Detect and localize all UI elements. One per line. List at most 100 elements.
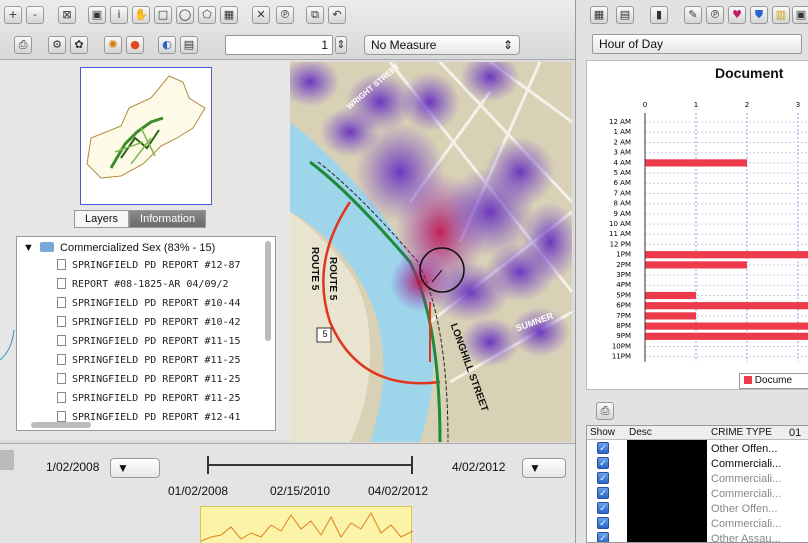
- tree-hscrollbar[interactable]: [31, 422, 91, 428]
- rectangle-select-icon[interactable]: □: [154, 6, 172, 24]
- col-date[interactable]: 01: [789, 426, 801, 440]
- dropdown-arrow-icon: ▼: [117, 461, 129, 475]
- bar[interactable]: [645, 322, 808, 330]
- bar[interactable]: [645, 251, 808, 259]
- report-item[interactable]: REPORT #08-1825-AR 04/09/2: [57, 276, 229, 294]
- crime-type-cell: Commerciali...: [711, 488, 782, 500]
- table-row[interactable]: ✓ Commerciali...: [587, 517, 808, 531]
- measure-select[interactable]: No Measure ⇕: [364, 35, 520, 55]
- slider-start-handle[interactable]: [207, 456, 209, 474]
- show-checkbox[interactable]: ✓: [597, 472, 609, 484]
- show-checkbox[interactable]: ✓: [597, 487, 609, 499]
- report-label: SPRINGFIELD PD REPORT #11-15: [72, 336, 241, 347]
- report-item[interactable]: SPRINGFIELD PD REPORT #11-15: [57, 333, 241, 351]
- page-icon[interactable]: ▤: [180, 36, 198, 54]
- bar[interactable]: [645, 291, 696, 300]
- table-row[interactable]: ✓ Commerciali...: [587, 457, 808, 471]
- col-desc[interactable]: Desc: [629, 426, 652, 440]
- lasso-icon[interactable]: ℗: [276, 6, 294, 24]
- globe-icon[interactable]: ◐: [158, 36, 176, 54]
- undo-icon[interactable]: ↶: [328, 6, 346, 24]
- main-map[interactable]: ROUTE 5 ROUTE 5 LONGHILL STREET WRIGHT S…: [290, 62, 572, 442]
- document-icon[interactable]: ▮: [650, 6, 668, 24]
- end-date-dropdown[interactable]: ▼: [522, 458, 566, 478]
- export-icon[interactable]: ⧉: [306, 6, 324, 24]
- start-date-dropdown[interactable]: ▼: [110, 458, 160, 478]
- palette-icon[interactable]: ✿: [70, 36, 88, 54]
- crime-type-cell: Other Offen...: [711, 443, 778, 455]
- table-row[interactable]: ✓ Other Offen...: [587, 442, 808, 456]
- zoom-extent-icon[interactable]: ⊠: [58, 6, 76, 24]
- grid-view-icon[interactable]: ▦: [590, 6, 608, 24]
- clear-selection-icon[interactable]: ✕: [252, 6, 270, 24]
- tab-information[interactable]: Information: [129, 210, 207, 228]
- bar[interactable]: [645, 261, 747, 269]
- report-item[interactable]: SPRINGFIELD PD REPORT #11-25: [57, 371, 241, 389]
- group-by-select[interactable]: Hour of Day: [592, 34, 802, 54]
- note-icon[interactable]: ✎: [684, 6, 702, 24]
- y-tick-label: 8 AM: [613, 200, 631, 208]
- report-label: SPRINGFIELD PD REPORT #10-42: [72, 317, 241, 328]
- table-row[interactable]: ✓ Other Assau...: [587, 532, 808, 542]
- zoom-in-icon[interactable]: +: [4, 6, 22, 24]
- table-row[interactable]: ✓ Other Offen...: [587, 502, 808, 516]
- shield-icon[interactable]: ⛊: [750, 6, 768, 24]
- table-row[interactable]: ✓ Commerciali...: [587, 472, 808, 486]
- zoom-out-icon[interactable]: -: [26, 6, 44, 24]
- print-icon[interactable]: ⎙: [596, 402, 614, 420]
- table-icon[interactable]: ▣: [792, 6, 808, 24]
- layer-icon[interactable]: ▣: [88, 6, 106, 24]
- pan-hand-icon[interactable]: ✋: [132, 6, 150, 24]
- time-slider[interactable]: [207, 456, 413, 474]
- table-row[interactable]: ✓ Commerciali...: [587, 487, 808, 501]
- share-icon[interactable]: ℗: [706, 6, 724, 24]
- heatmap-icon[interactable]: ✺: [104, 36, 122, 54]
- print-icon[interactable]: ⎙: [14, 36, 32, 54]
- circle-select-icon[interactable]: ◯: [176, 6, 194, 24]
- col-crime-type[interactable]: CRIME TYPE: [711, 426, 772, 440]
- heart-icon[interactable]: ♥: [728, 6, 746, 24]
- number-field[interactable]: 1: [225, 35, 333, 55]
- show-checkbox[interactable]: ✓: [597, 517, 609, 529]
- timeline-edge: [0, 450, 14, 470]
- slider-end-handle[interactable]: [411, 456, 413, 474]
- show-checkbox[interactable]: ✓: [597, 532, 609, 542]
- grid-select-icon[interactable]: ▦: [220, 6, 238, 24]
- y-tick-label: 2PM: [616, 261, 631, 269]
- disclosure-triangle-icon[interactable]: ▼: [23, 242, 34, 254]
- y-tick-label: 11 AM: [609, 230, 631, 238]
- report-item[interactable]: SPRINGFIELD PD REPORT #11-25: [57, 352, 241, 370]
- overview-map[interactable]: [80, 67, 212, 205]
- bar[interactable]: [645, 332, 808, 340]
- x-tick-label: 2: [745, 101, 749, 109]
- tree-root[interactable]: ▼ Commercialized Sex (83% - 15): [23, 240, 215, 256]
- report-item[interactable]: SPRINGFIELD PD REPORT #10-42: [57, 314, 241, 332]
- table-header: Show Desc CRIME TYPE 01: [587, 426, 808, 440]
- main-toolbar: + - ⊠ ▣ i ✋ □ ◯ ⬠ ▦ ✕ ℗ ⧉ ↶ ⎙ ⚙ ✿ ✺ ● ◐ …: [0, 0, 575, 60]
- network-icon[interactable]: ⚙: [48, 36, 66, 54]
- info-icon[interactable]: i: [110, 6, 128, 24]
- chart-icon[interactable]: ▥: [772, 6, 790, 24]
- list-view-icon[interactable]: ▤: [616, 6, 634, 24]
- y-tick-label: 1PM: [616, 251, 631, 259]
- chart-title: Document: [715, 65, 784, 81]
- end-date-field[interactable]: 4/02/2012: [448, 458, 518, 478]
- report-item[interactable]: SPRINGFIELD PD REPORT #12-87: [57, 257, 241, 275]
- tab-layers[interactable]: Layers: [74, 210, 130, 228]
- group-by-value: Hour of Day: [599, 37, 664, 51]
- polygon-select-icon[interactable]: ⬠: [198, 6, 216, 24]
- bar[interactable]: [645, 159, 747, 167]
- number-stepper[interactable]: ⇕: [335, 36, 347, 54]
- bar[interactable]: [645, 302, 808, 310]
- show-checkbox[interactable]: ✓: [597, 502, 609, 514]
- bar[interactable]: [645, 312, 696, 320]
- y-tick-label: 6PM: [616, 302, 631, 310]
- start-date-field[interactable]: 1/02/2008: [42, 458, 102, 478]
- show-checkbox[interactable]: ✓: [597, 457, 609, 469]
- show-checkbox[interactable]: ✓: [597, 442, 609, 454]
- tree-scrollbar[interactable]: [265, 241, 271, 341]
- point-icon[interactable]: ●: [126, 36, 144, 54]
- col-show[interactable]: Show: [590, 426, 615, 440]
- report-item[interactable]: SPRINGFIELD PD REPORT #11-25: [57, 390, 241, 408]
- report-item[interactable]: SPRINGFIELD PD REPORT #10-44: [57, 295, 241, 313]
